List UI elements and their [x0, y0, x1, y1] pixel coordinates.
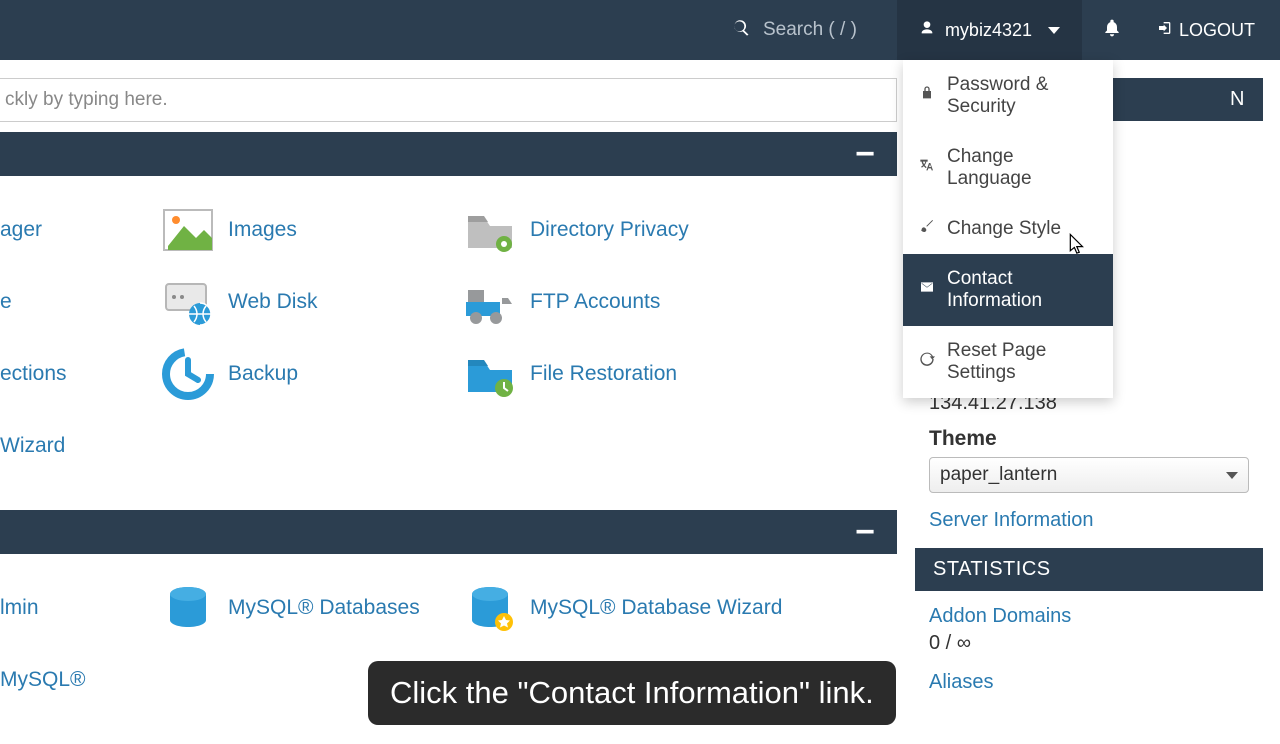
menu-label: Change Style: [947, 218, 1061, 240]
addon-domains-value: 0 / ∞: [929, 632, 1249, 655]
menu-reset-page-settings[interactable]: Reset Page Settings: [903, 326, 1113, 398]
username-label: mybiz4321: [945, 20, 1032, 41]
ftp-accounts-icon: [462, 274, 518, 330]
quick-search-input[interactable]: ckly by typing here.: [0, 78, 897, 122]
file-item-backup[interactable]: Backup: [160, 346, 462, 402]
theme-select[interactable]: paper_lantern: [929, 457, 1249, 493]
search-wrap[interactable]: Search ( / ): [731, 18, 857, 43]
envelope-icon: [919, 279, 935, 301]
menu-label: Contact Information: [947, 268, 1097, 312]
file-item-images[interactable]: Images: [160, 202, 462, 258]
minus-icon: −: [855, 137, 875, 171]
db-item-mysql-wizard[interactable]: MySQL® Database Wizard: [462, 580, 792, 636]
file-item-ftp-accounts[interactable]: FTP Accounts: [462, 274, 792, 330]
file-item-partial[interactable]: ections: [0, 362, 160, 386]
statistics-body: Addon Domains 0 / ∞ Aliases: [915, 591, 1263, 710]
theme-label: Theme: [929, 427, 1249, 451]
search-icon: [731, 18, 751, 43]
file-item-partial[interactable]: e: [0, 290, 160, 314]
main-area: ckly by typing here. − ager Images Direc…: [0, 60, 915, 744]
file-restoration-icon: [462, 346, 518, 402]
menu-contact-information[interactable]: Contact Information: [903, 254, 1113, 326]
tooltip-text: Click the "Contact Information" link.: [390, 675, 874, 710]
minus-icon: −: [855, 515, 875, 549]
caret-down-icon: [1048, 27, 1060, 34]
quick-search-placeholder: ckly by typing here.: [5, 89, 168, 111]
user-menu-button[interactable]: mybiz4321: [897, 0, 1082, 60]
language-icon: [919, 157, 935, 179]
files-panel-body: ager Images Directory Privacy e Web Disk…: [0, 176, 899, 510]
bell-icon: [1102, 23, 1122, 43]
database-icon: [160, 580, 216, 636]
user-dropdown: Password & Security Change Language Chan…: [903, 60, 1113, 398]
logout-label: LOGOUT: [1179, 20, 1255, 41]
search-placeholder: Search ( / ): [763, 19, 857, 41]
menu-password-security[interactable]: Password & Security: [903, 60, 1113, 132]
web-disk-icon: [160, 274, 216, 330]
images-icon: [160, 202, 216, 258]
notifications-button[interactable]: [1082, 17, 1142, 44]
file-item-file-restoration[interactable]: File Restoration: [462, 346, 792, 402]
file-item-web-disk[interactable]: Web Disk: [160, 274, 462, 330]
aliases-link[interactable]: Aliases: [929, 671, 1249, 694]
directory-privacy-icon: [462, 202, 518, 258]
menu-label: Reset Page Settings: [947, 340, 1097, 384]
refresh-icon: [919, 351, 935, 373]
file-item-partial[interactable]: Wizard: [0, 434, 160, 458]
lock-icon: [919, 85, 935, 107]
statistics-header: STATISTICS: [915, 548, 1263, 591]
database-wizard-icon: [462, 580, 518, 636]
user-icon: [919, 20, 935, 41]
db-item-partial[interactable]: MySQL®: [0, 668, 160, 692]
databases-panel-header[interactable]: −: [0, 510, 897, 554]
server-information-link[interactable]: Server Information: [929, 509, 1249, 532]
brush-icon: [919, 218, 935, 240]
db-item-partial[interactable]: lmin: [0, 596, 160, 620]
backup-icon: [160, 346, 216, 402]
addon-domains-link[interactable]: Addon Domains: [929, 605, 1249, 628]
caret-down-icon: [1226, 472, 1238, 479]
top-bar: Search ( / ) mybiz4321 LOGOUT: [0, 0, 1280, 60]
instruction-tooltip: Click the "Contact Information" link.: [368, 661, 896, 725]
file-item-directory-privacy[interactable]: Directory Privacy: [462, 202, 792, 258]
files-panel-header[interactable]: −: [0, 132, 897, 176]
menu-change-language[interactable]: Change Language: [903, 132, 1113, 204]
menu-change-style[interactable]: Change Style: [903, 204, 1113, 254]
logout-button[interactable]: LOGOUT: [1142, 20, 1270, 41]
menu-label: Change Language: [947, 146, 1097, 190]
file-item-partial[interactable]: ager: [0, 218, 160, 242]
db-item-mysql-databases[interactable]: MySQL® Databases: [160, 580, 462, 636]
logout-icon: [1157, 20, 1173, 41]
theme-value: paper_lantern: [940, 464, 1057, 486]
menu-label: Password & Security: [947, 74, 1097, 118]
